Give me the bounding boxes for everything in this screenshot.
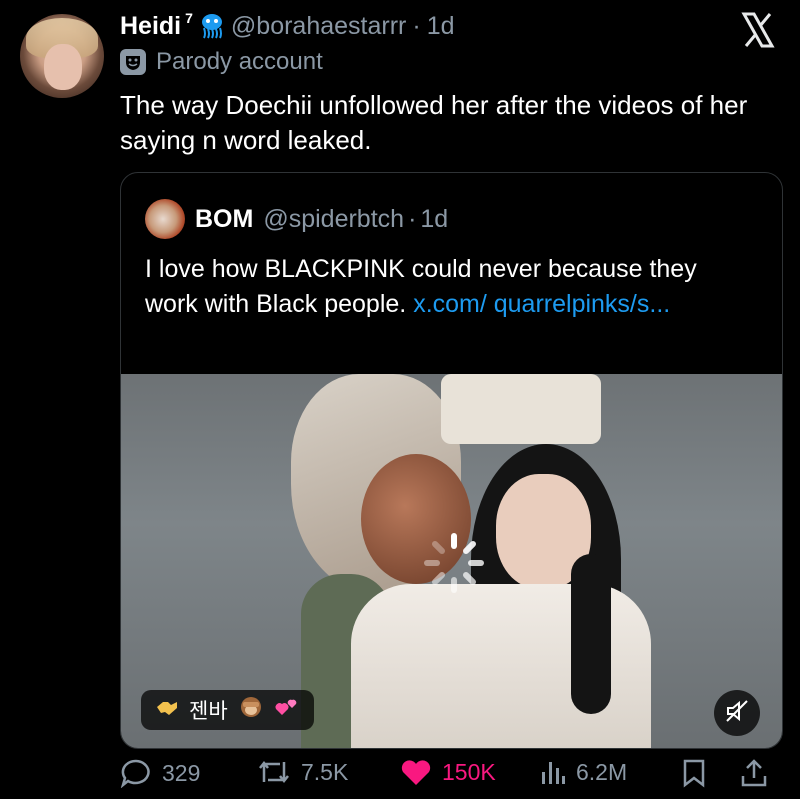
quoted-separator: · (408, 204, 417, 233)
quoted-link[interactable]: x.com/ quarrelpinks/s... (413, 290, 670, 318)
mute-button[interactable] (714, 690, 760, 736)
author-handle[interactable]: @borahaestarrr (231, 12, 406, 41)
video-caption-chip: 젠바 (141, 690, 314, 730)
share-icon (740, 758, 768, 788)
avatar-face (44, 44, 82, 90)
quoted-video[interactable]: 젠바 (121, 374, 782, 748)
heart-filled-icon (400, 758, 432, 786)
quoted-handle[interactable]: @spiderbtch (263, 205, 404, 234)
post-time[interactable]: 1d (427, 12, 455, 41)
header-separator: · (412, 11, 421, 40)
author-name[interactable]: Heidi (120, 12, 181, 41)
author-name-suffix: 7 (185, 10, 193, 26)
bookmark-button[interactable] (682, 758, 706, 788)
see-no-evil-monkey-icon (238, 695, 264, 725)
author-avatar[interactable] (20, 14, 104, 98)
like-count: 150K (442, 758, 496, 785)
chip-text: 젠바 (189, 700, 228, 723)
tweet-text: The way Doechii unfollowed her after the… (120, 90, 748, 155)
bookmark-icon (682, 758, 706, 788)
x-logo-icon (738, 10, 778, 50)
theater-mask-icon (120, 49, 146, 75)
reply-count: 329 (162, 759, 201, 786)
parody-label-text: Parody account (156, 48, 323, 75)
quoted-tweet[interactable]: BOM @spiderbtch · 1d I love how BLACKPIN… (120, 172, 783, 749)
repost-icon (257, 758, 291, 786)
quoted-avatar[interactable] (145, 199, 185, 239)
spinner-icon (421, 530, 487, 596)
quoted-author-name[interactable]: BOM (195, 205, 253, 234)
handshake-icon (155, 697, 179, 723)
reply-button[interactable]: 329 (120, 758, 200, 788)
jellyfish-icon (199, 13, 225, 39)
parody-label: Parody account (120, 48, 323, 76)
repost-button[interactable]: 7.5K (257, 758, 348, 786)
tweet-header: Heidi 7 @borahaestarrr · 1d (120, 8, 455, 44)
repost-count: 7.5K (301, 758, 349, 785)
tweet-actions: 329 7.5K 150K 6.2M (120, 758, 780, 798)
two-hearts-icon (274, 696, 300, 724)
speaker-muted-icon (724, 698, 750, 729)
views-count: 6.2M (576, 758, 628, 785)
quoted-time[interactable]: 1d (420, 205, 448, 234)
quoted-text-block: I love how BLACKPINK could never because… (145, 252, 745, 322)
views-chart-icon (540, 758, 566, 786)
video-figure-right-hair-long (571, 554, 611, 714)
share-button[interactable] (740, 758, 768, 788)
views-button[interactable]: 6.2M (540, 758, 627, 786)
like-button[interactable]: 150K (400, 758, 496, 786)
quoted-header: BOM @spiderbtch · 1d (145, 199, 448, 239)
reply-icon (120, 758, 152, 788)
video-figure-left-legs (441, 374, 601, 444)
